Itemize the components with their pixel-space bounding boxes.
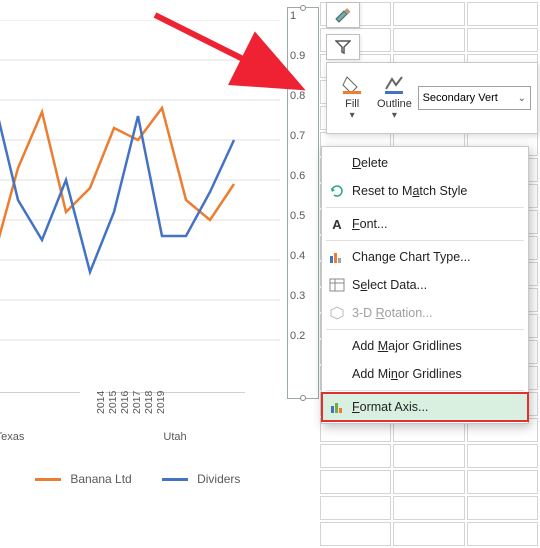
annotation-arrow <box>150 10 310 100</box>
legend-entry[interactable]: Banana Ltd <box>35 472 132 486</box>
font-icon: A <box>328 215 346 233</box>
axis-tick-label: 0.6 <box>290 170 316 182</box>
chart-format-brush-button[interactable] <box>326 2 360 28</box>
axis-tick-label: 0.3 <box>290 290 316 302</box>
context-menu: Delete Reset to Match Style A Font... Ch… <box>321 146 529 424</box>
legend-label: Dividers <box>197 472 240 486</box>
chevron-down-icon: ▾ <box>350 110 355 121</box>
selection-handle[interactable] <box>300 395 306 401</box>
menu-format-axis[interactable]: Format Axis... <box>322 393 528 421</box>
axis-tick-label: 0.7 <box>290 130 316 142</box>
menu-font[interactable]: A Font... <box>322 210 528 238</box>
menu-delete[interactable]: Delete <box>322 149 528 177</box>
legend-swatch <box>35 478 61 481</box>
menu-change-chart-type[interactable]: Change Chart Type... <box>322 243 528 271</box>
menu-add-minor-gridlines[interactable]: Add Minor Gridlines <box>322 360 528 388</box>
select-data-icon <box>328 276 346 294</box>
menu-add-major-gridlines[interactable]: Add Major Gridlines <box>322 332 528 360</box>
format-axis-icon <box>328 398 346 416</box>
axis-tick-label: 0.4 <box>290 250 316 262</box>
legend-swatch <box>162 478 188 481</box>
legend-entry[interactable]: Dividers <box>162 472 241 486</box>
x-group-label: Utah <box>105 431 245 443</box>
x-axis[interactable]: 201420152016 201720182019 Texas 20142015… <box>0 392 285 452</box>
menu-reset-to-match-style[interactable]: Reset to Match Style <box>322 177 528 205</box>
chart-filter-button[interactable] <box>326 34 360 60</box>
chevron-down-icon: ⌄ <box>518 93 526 104</box>
axis-tick-label: 0.2 <box>290 330 316 342</box>
x-group-label: Texas <box>0 431 80 443</box>
legend-label: Banana Ltd <box>70 472 131 486</box>
chevron-down-icon: ▾ <box>392 110 397 121</box>
mini-toolbar: Fill ▾ Outline ▾ Secondary Vert ⌄ <box>326 62 538 134</box>
chart-legend[interactable]: Banana Ltd Dividers <box>35 472 240 486</box>
axis-tick-label: 0.5 <box>290 210 316 222</box>
outline-button[interactable]: Outline ▾ <box>375 68 413 128</box>
outline-icon <box>381 72 407 98</box>
rotation-icon <box>328 304 346 322</box>
menu-3d-rotation: 3-D Rotation... <box>322 299 528 327</box>
fill-icon <box>339 72 365 98</box>
menu-select-data[interactable]: Select Data... <box>322 271 528 299</box>
chart-type-icon <box>328 248 346 266</box>
reset-icon <box>328 182 346 200</box>
axis-selector-dropdown[interactable]: Secondary Vert ⌄ <box>418 86 531 110</box>
fill-button[interactable]: Fill ▾ <box>333 68 371 128</box>
